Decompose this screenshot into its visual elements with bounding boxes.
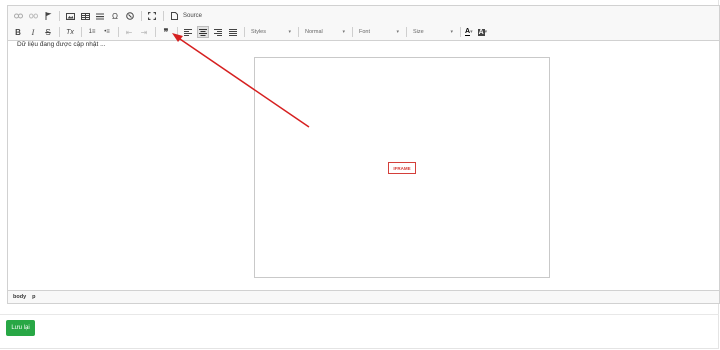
path-item-body[interactable]: body xyxy=(13,294,26,300)
font-dropdown-label: Font xyxy=(359,29,371,35)
toolbar-separator xyxy=(81,27,82,37)
numbered-list-button[interactable]: 1≡ xyxy=(86,26,98,38)
toolbar-row-1: Ω Source xyxy=(12,9,206,23)
path-item-p[interactable]: p xyxy=(32,294,35,300)
toolbar-separator xyxy=(118,27,119,37)
toolbar-separator xyxy=(59,11,60,21)
chevron-down-icon: ▾ xyxy=(288,29,291,35)
footer-divider xyxy=(0,314,719,315)
table-icon[interactable] xyxy=(79,10,91,22)
special-character-icon[interactable]: Ω xyxy=(109,10,121,22)
align-justify-button[interactable] xyxy=(227,26,239,38)
toolbar-separator xyxy=(163,11,164,21)
toolbar-separator xyxy=(59,27,60,37)
background-color-button[interactable]: A ▾ xyxy=(477,28,488,36)
link-icon[interactable] xyxy=(12,10,24,22)
align-right-button[interactable] xyxy=(212,26,224,38)
toolbar-separator xyxy=(177,27,178,37)
iframe-embed[interactable]: IFRAME xyxy=(254,57,550,278)
toolbar-separator xyxy=(460,27,461,37)
strikethrough-button[interactable]: S xyxy=(42,26,54,38)
source-button-label[interactable]: Source xyxy=(183,13,202,19)
size-dropdown-label: Size xyxy=(413,29,424,35)
save-button[interactable]: Lưu lại xyxy=(6,320,35,336)
loading-message: Dữ liệu đang được cập nhật ... xyxy=(17,41,106,48)
toolbar-separator xyxy=(298,27,299,37)
toolbar-separator xyxy=(406,27,407,37)
background-color-icon: A xyxy=(477,28,485,36)
blockquote-button[interactable]: ❞ xyxy=(160,26,172,38)
flag-icon[interactable] xyxy=(42,10,54,22)
toolbar-separator xyxy=(244,27,245,37)
toolbar-separator xyxy=(141,11,142,21)
format-dropdown-label: Normal xyxy=(305,29,323,35)
chevron-down-icon: ▾ xyxy=(450,29,453,35)
chevron-down-icon: ▾ xyxy=(396,29,399,35)
styles-dropdown[interactable]: Styles ▾ xyxy=(249,27,293,38)
source-document-icon[interactable] xyxy=(168,10,180,22)
align-center-button[interactable] xyxy=(197,26,209,38)
editor-content-area[interactable]: Dữ liệu đang được cập nhật ... IFRAME xyxy=(8,41,719,290)
bulleted-list-button[interactable]: •≡ xyxy=(101,26,113,38)
remove-format-button[interactable]: Tx xyxy=(64,26,76,38)
align-left-button[interactable] xyxy=(182,26,194,38)
iframe-placeholder-label: IFRAME xyxy=(388,162,416,174)
image-icon[interactable] xyxy=(64,10,76,22)
toolbar-separator xyxy=(352,27,353,37)
rich-text-editor: Ω Source B I S Tx 1≡ •≡ ⇤ ⇥ ❞ Styles ▾ N… xyxy=(7,5,720,304)
chevron-down-icon: ▾ xyxy=(484,29,488,35)
chevron-down-icon: ▾ xyxy=(470,29,473,35)
styles-dropdown-label: Styles xyxy=(251,29,266,35)
outdent-button[interactable]: ⇤ xyxy=(123,26,135,38)
globe-icon[interactable] xyxy=(124,10,136,22)
editor-toolbar: Ω Source B I S Tx 1≡ •≡ ⇤ ⇥ ❞ Styles ▾ N… xyxy=(8,6,719,41)
chevron-down-icon: ▾ xyxy=(342,29,345,35)
italic-button[interactable]: I xyxy=(27,26,39,38)
indent-button[interactable]: ⇥ xyxy=(138,26,150,38)
bold-button[interactable]: B xyxy=(12,26,24,38)
size-dropdown[interactable]: Size ▾ xyxy=(411,27,455,38)
unlink-icon[interactable] xyxy=(27,10,39,22)
toolbar-separator xyxy=(155,27,156,37)
toolbar-row-2: B I S Tx 1≡ •≡ ⇤ ⇥ ❞ Styles ▾ Normal ▾ F… xyxy=(12,25,492,39)
text-color-button[interactable]: A ▾ xyxy=(465,28,473,36)
horizontal-rule-icon[interactable] xyxy=(94,10,106,22)
format-dropdown[interactable]: Normal ▾ xyxy=(303,27,347,38)
element-path-bar: body p xyxy=(8,290,719,303)
maximize-icon[interactable] xyxy=(146,10,158,22)
font-dropdown[interactable]: Font ▾ xyxy=(357,27,401,38)
